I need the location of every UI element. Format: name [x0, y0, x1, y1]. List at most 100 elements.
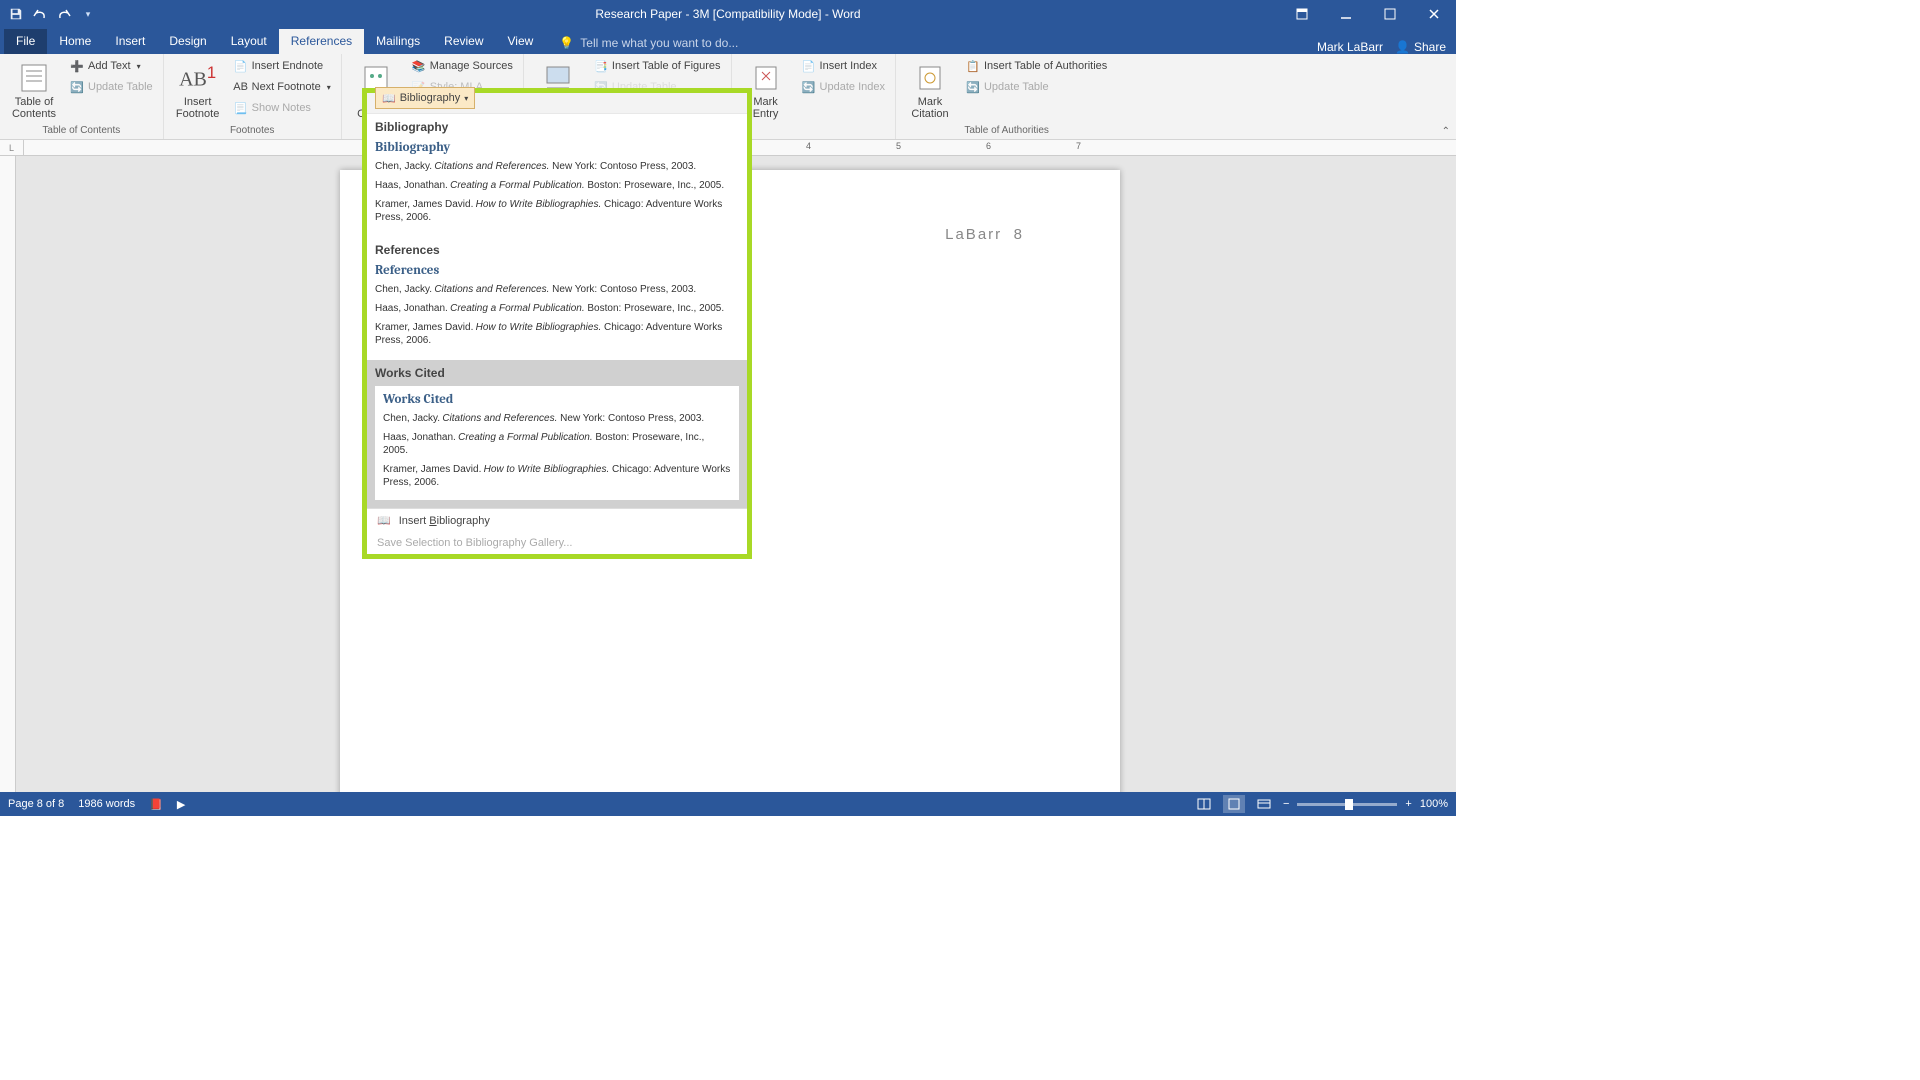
- tab-file[interactable]: File: [4, 29, 47, 54]
- group-table-of-contents: Table of Contents ➕Add Text▾ 🔄Update Tab…: [0, 54, 164, 139]
- print-layout-icon[interactable]: [1223, 795, 1245, 813]
- title-bar: ▾ Research Paper - 3M [Compatibility Mod…: [0, 0, 1456, 28]
- tab-layout[interactable]: Layout: [219, 29, 279, 54]
- bibliography-icon: 📖: [382, 92, 396, 105]
- ruler-corner: L: [0, 140, 24, 156]
- undo-icon[interactable]: [30, 4, 50, 24]
- footnote-label: Insert Footnote: [176, 96, 219, 120]
- footnote-icon: AB1: [182, 62, 214, 94]
- toc-label: Table of Contents: [12, 96, 56, 120]
- insert-index-icon: 📄: [802, 59, 816, 73]
- update-toa-icon: 🔄: [966, 80, 980, 94]
- zoom-level[interactable]: 100%: [1420, 798, 1448, 810]
- tab-home[interactable]: Home: [47, 29, 103, 54]
- insert-tof-button[interactable]: 📑Insert Table of Figures: [590, 56, 725, 76]
- share-label: Share: [1414, 40, 1446, 54]
- tab-insert[interactable]: Insert: [103, 29, 157, 54]
- lightbulb-icon: 💡: [559, 36, 574, 50]
- mark-citation-label: Mark Citation: [911, 96, 948, 120]
- tab-mailings[interactable]: Mailings: [364, 29, 432, 54]
- window-buttons: [1280, 0, 1456, 28]
- insert-bibliography-button[interactable]: 📖 Insert Bibliography: [367, 509, 747, 532]
- option-bibliography[interactable]: Bibliography Chen, Jacky. Citations and …: [367, 136, 747, 237]
- quick-access-toolbar: ▾: [0, 4, 98, 24]
- preview-entry: Kramer, James David. How to Write Biblio…: [383, 462, 731, 488]
- preview-title: Works Cited: [383, 392, 731, 407]
- tab-review[interactable]: Review: [432, 29, 495, 54]
- page-indicator[interactable]: Page 8 of 8: [8, 798, 64, 810]
- preview-entry: Haas, Jonathan. Creating a Formal Public…: [375, 301, 739, 314]
- update-index-icon: 🔄: [802, 80, 816, 94]
- collapse-ribbon-icon[interactable]: ⌃: [1442, 126, 1450, 137]
- preview-entry: Chen, Jacky. Citations and References. N…: [383, 411, 731, 424]
- preview-entry: Kramer, James David. How to Write Biblio…: [375, 197, 739, 223]
- chevron-down-icon: ▾: [464, 94, 468, 103]
- close-button[interactable]: [1412, 0, 1456, 28]
- update-toa-button[interactable]: 🔄Update Table: [962, 77, 1111, 97]
- endnote-icon: 📄: [234, 59, 248, 73]
- group-label-toc: Table of Contents: [6, 123, 157, 139]
- redo-icon[interactable]: [54, 4, 74, 24]
- zoom-out-button[interactable]: −: [1283, 798, 1289, 810]
- save-to-gallery-button: Save Selection to Bibliography Gallery..…: [367, 532, 747, 554]
- show-notes-button[interactable]: 📃Show Notes: [230, 98, 335, 118]
- update-index-button[interactable]: 🔄Update Index: [798, 77, 889, 97]
- window-title: Research Paper - 3M [Compatibility Mode]…: [595, 7, 860, 21]
- preview-entry: Chen, Jacky. Citations and References. N…: [375, 159, 739, 172]
- update-icon: 🔄: [70, 80, 84, 94]
- option-references[interactable]: References Chen, Jacky. Citations and Re…: [367, 259, 747, 360]
- save-icon[interactable]: [6, 4, 26, 24]
- macro-icon[interactable]: ▶: [177, 798, 185, 811]
- option-works-cited[interactable]: Works Cited Chen, Jacky. Citations and R…: [367, 382, 747, 508]
- share-button[interactable]: 👤 Share: [1395, 40, 1446, 54]
- insert-toa-button[interactable]: 📋Insert Table of Authorities: [962, 56, 1111, 76]
- tab-view[interactable]: View: [496, 29, 546, 54]
- preview-title: References: [375, 263, 739, 278]
- mark-entry-icon: [750, 62, 782, 94]
- account-name[interactable]: Mark LaBarr: [1317, 40, 1383, 54]
- add-text-icon: ➕: [70, 59, 84, 73]
- group-authorities: Mark Citation 📋Insert Table of Authoriti…: [896, 54, 1117, 139]
- table-of-contents-button[interactable]: Table of Contents: [6, 56, 62, 122]
- toc-icon: [18, 62, 50, 94]
- share-icon: 👤: [1395, 40, 1410, 54]
- group-label-authorities: Table of Authorities: [902, 123, 1111, 139]
- spellcheck-icon[interactable]: 📕: [149, 798, 163, 811]
- next-footnote-button[interactable]: ABNext Footnote▾: [230, 77, 335, 97]
- option-bibliography-name: Bibliography: [367, 114, 747, 136]
- insert-index-button[interactable]: 📄Insert Index: [798, 56, 889, 76]
- tell-me-placeholder: Tell me what you want to do...: [580, 36, 738, 50]
- bibliography-dropdown: 📖 Bibliography ▾ Built-In Bibliography B…: [362, 88, 752, 559]
- bibliography-button[interactable]: 📖 Bibliography ▾: [375, 87, 475, 109]
- tell-me-search[interactable]: 💡 Tell me what you want to do...: [551, 32, 746, 54]
- insert-endnote-button[interactable]: 📄Insert Endnote: [230, 56, 335, 76]
- update-toc-button[interactable]: 🔄Update Table: [66, 77, 157, 97]
- tab-references[interactable]: References: [279, 29, 364, 54]
- vertical-ruler[interactable]: [0, 156, 16, 792]
- tab-design[interactable]: Design: [157, 29, 218, 54]
- page-header: LaBarr 8: [945, 226, 1024, 244]
- group-index: Mark Entry 📄Insert Index 🔄Update Index I…: [732, 54, 896, 139]
- next-footnote-icon: AB: [234, 80, 248, 94]
- insert-bib-icon: 📖: [377, 514, 391, 527]
- preview-entry: Chen, Jacky. Citations and References. N…: [375, 282, 739, 295]
- insert-footnote-button[interactable]: AB1 Insert Footnote: [170, 56, 226, 122]
- web-layout-icon[interactable]: [1253, 795, 1275, 813]
- manage-sources-button[interactable]: 📚Manage Sources: [408, 56, 517, 76]
- add-text-button[interactable]: ➕Add Text▾: [66, 56, 157, 76]
- word-count[interactable]: 1986 words: [78, 798, 135, 810]
- minimize-button[interactable]: [1324, 0, 1368, 28]
- maximize-button[interactable]: [1368, 0, 1412, 28]
- read-mode-icon[interactable]: [1193, 795, 1215, 813]
- zoom-in-button[interactable]: +: [1405, 798, 1411, 810]
- show-notes-icon: 📃: [234, 101, 248, 115]
- toa-icon: 📋: [966, 59, 980, 73]
- preview-entry: Haas, Jonathan. Creating a Formal Public…: [375, 178, 739, 191]
- status-bar: Page 8 of 8 1986 words 📕 ▶ − + 100%: [0, 792, 1456, 816]
- qat-customize-icon[interactable]: ▾: [78, 4, 98, 24]
- group-footnotes: AB1 Insert Footnote 📄Insert Endnote ABNe…: [164, 54, 342, 139]
- mark-citation-button[interactable]: Mark Citation: [902, 56, 958, 122]
- ribbon-display-options-icon[interactable]: [1280, 0, 1324, 28]
- zoom-slider[interactable]: [1297, 803, 1397, 806]
- ribbon-tabs: File Home Insert Design Layout Reference…: [0, 28, 1456, 54]
